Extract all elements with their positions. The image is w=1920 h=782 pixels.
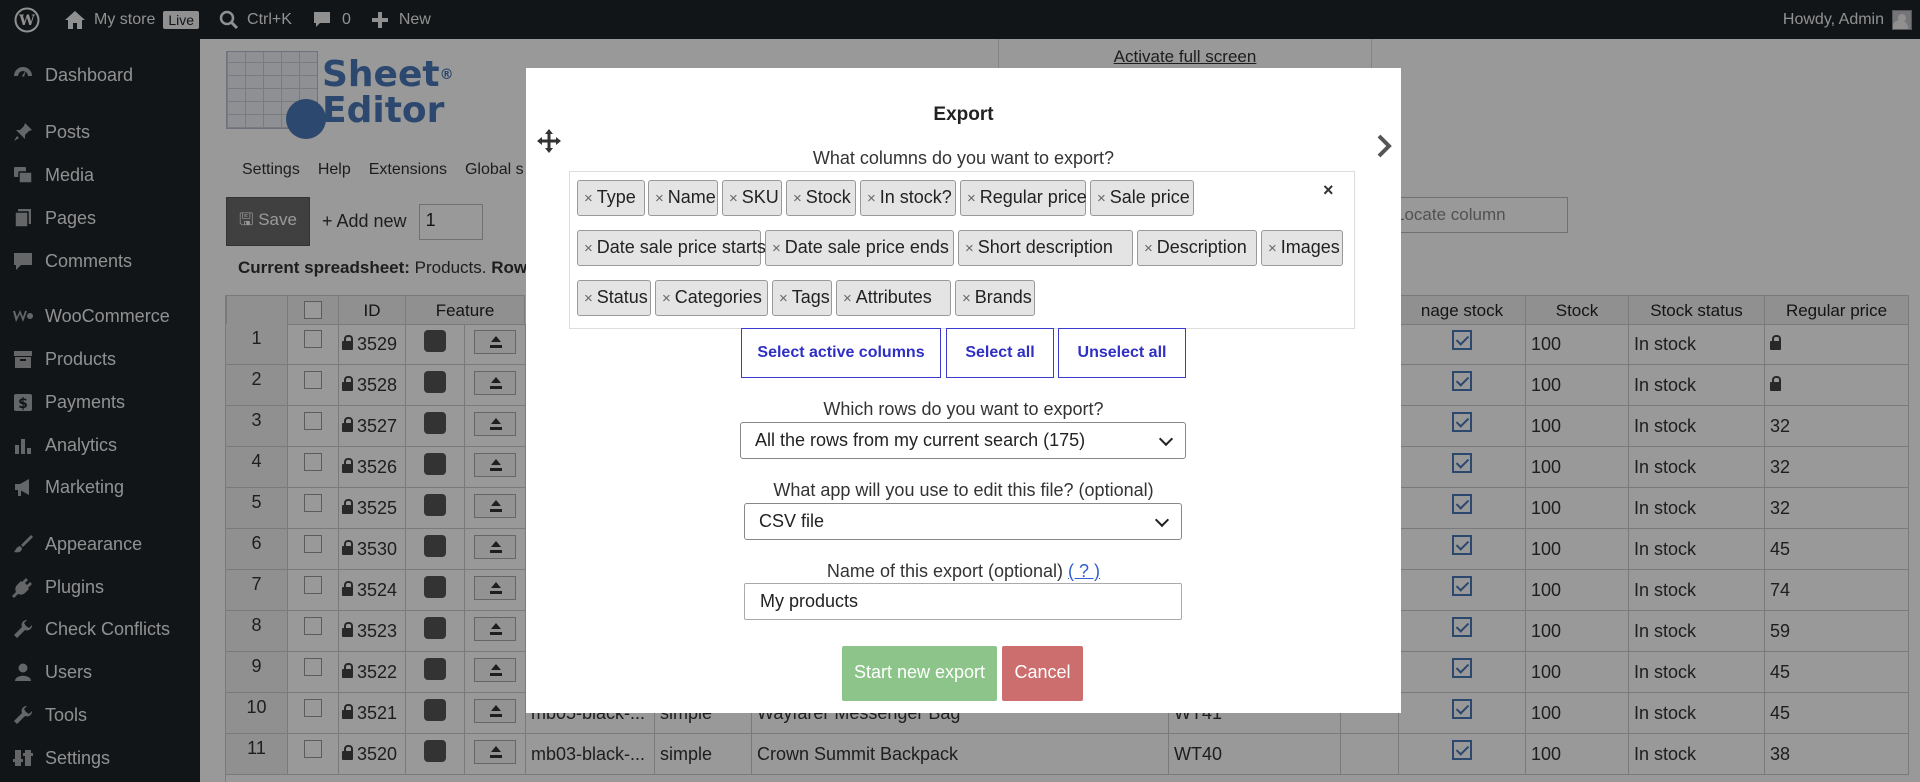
remove-tag-icon[interactable]: × xyxy=(965,240,974,257)
remove-tag-icon[interactable]: × xyxy=(793,190,802,207)
column-tag: × Description xyxy=(1137,230,1257,266)
column-tag: × Type xyxy=(577,180,645,216)
modal-title: Export xyxy=(933,104,994,125)
column-tag-label: In stock? xyxy=(879,187,952,207)
column-tag: × Regular price xyxy=(960,180,1087,216)
app-select[interactable]: CSV file xyxy=(744,503,1182,540)
column-tag-label: Categories xyxy=(674,287,762,307)
cancel-button[interactable]: Cancel xyxy=(1002,646,1083,701)
export-name-input[interactable]: My products xyxy=(744,583,1182,620)
column-tag: × Categories xyxy=(655,280,768,316)
app-select-value: CSV file xyxy=(759,511,825,531)
remove-tag-icon[interactable]: × xyxy=(867,190,876,207)
column-tag: × Stock xyxy=(786,180,856,216)
column-tag-label: Images xyxy=(1280,237,1340,257)
column-tag: × SKU xyxy=(722,180,782,216)
start-new-export-button[interactable]: Start new export xyxy=(842,646,997,701)
remove-tag-icon[interactable]: × xyxy=(584,190,593,207)
column-tag-label: Date sale price starts xyxy=(596,237,766,257)
chevron-down-icon xyxy=(1154,512,1170,528)
column-tag-label: Status xyxy=(596,287,648,307)
remove-tag-icon[interactable]: × xyxy=(967,190,976,207)
remove-tag-icon[interactable]: × xyxy=(584,240,593,257)
column-tag-label: Date sale price ends xyxy=(784,237,949,257)
column-tag-label: Short description xyxy=(977,237,1113,257)
remove-tag-icon[interactable]: × xyxy=(729,190,738,207)
rows-question: Which rows do you want to export? xyxy=(823,399,1104,419)
column-tag-label: SKU xyxy=(741,187,779,207)
remove-tag-icon[interactable]: × xyxy=(1268,240,1277,257)
column-tag-label: Tags xyxy=(791,287,830,307)
column-tag: × Short description xyxy=(958,230,1133,266)
remove-tag-icon[interactable]: × xyxy=(655,190,664,207)
help-link[interactable]: ( ? ) xyxy=(1068,561,1100,581)
column-tag: × In stock? xyxy=(860,180,956,216)
unselect-all-button[interactable]: Unselect all xyxy=(1058,328,1186,378)
column-tag-label: Description xyxy=(1156,237,1247,257)
column-tag: × Tags xyxy=(772,280,832,316)
select-all-button[interactable]: Select all xyxy=(946,328,1054,378)
column-tag: × Status xyxy=(577,280,651,316)
column-tag: × Attributes xyxy=(836,280,951,316)
remove-tag-icon[interactable]: × xyxy=(1144,240,1153,257)
column-tag: × Brands xyxy=(955,280,1035,316)
select-active-columns-button[interactable]: Select active columns xyxy=(741,328,941,378)
remove-tag-icon[interactable]: × xyxy=(584,290,593,307)
column-tag-label: Sale price xyxy=(1109,187,1190,207)
app-question: What app will you use to edit this file?… xyxy=(773,480,1154,500)
name-question: Name of this export (optional) ( ? ) xyxy=(526,561,1401,582)
rows-select-value: All the rows from my current search (175… xyxy=(755,430,1086,450)
column-tag: × Images xyxy=(1261,230,1343,266)
column-tag-label: Brands xyxy=(974,287,1032,307)
remove-tag-icon[interactable]: × xyxy=(843,290,852,307)
column-tag-label: Name xyxy=(667,187,716,207)
column-tag: × Date sale price starts xyxy=(577,230,766,266)
remove-tag-icon[interactable]: × xyxy=(1097,190,1106,207)
remove-tag-icon[interactable]: × xyxy=(772,240,781,257)
rows-select[interactable]: All the rows from my current search (175… xyxy=(740,422,1186,459)
column-tag: × Sale price xyxy=(1090,180,1194,216)
remove-tag-icon[interactable]: × xyxy=(779,290,788,307)
columns-question: What columns do you want to export? xyxy=(812,148,1115,168)
remove-tag-icon[interactable]: × xyxy=(962,290,971,307)
export-modal: Export What columns do you want to expor… xyxy=(526,68,1401,713)
chevron-down-icon xyxy=(1158,431,1174,447)
column-tag-label: Regular price xyxy=(979,187,1087,207)
column-tag-label: Attributes xyxy=(855,287,932,307)
column-tag: × Name xyxy=(648,180,718,216)
remove-tag-icon[interactable]: × xyxy=(662,290,671,307)
clear-columns-icon[interactable]: × xyxy=(1323,180,1334,201)
name-question-text: Name of this export (optional) xyxy=(826,561,1064,581)
column-tag: × Date sale price ends xyxy=(765,230,954,266)
column-tag-label: Stock xyxy=(805,187,851,207)
column-tag-label: Type xyxy=(596,187,636,207)
